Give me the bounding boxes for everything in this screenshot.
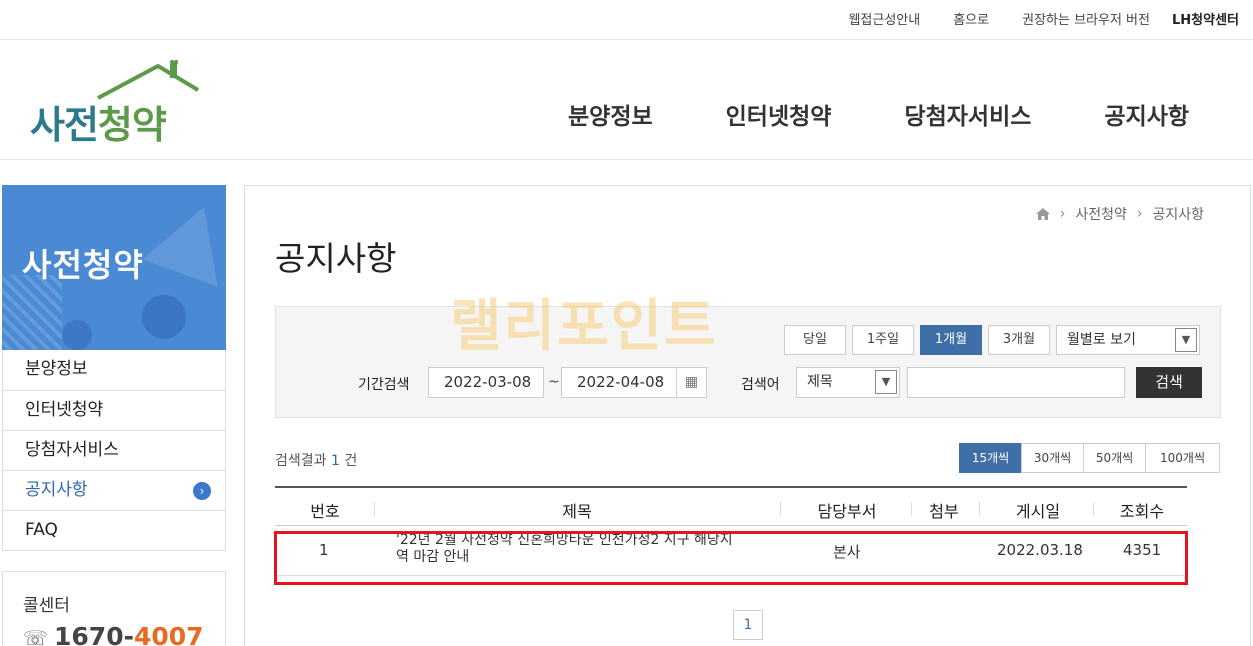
side-menu: 분양정보 인터넷청약 당첨자서비스 공지사항 › FAQ xyxy=(2,350,226,551)
callcenter-number-suffix: 4007 xyxy=(133,622,204,646)
gnb-item-internet-subscription[interactable]: 인터넷청약 xyxy=(726,97,832,131)
gnb-item-notices[interactable]: 공지사항 xyxy=(1104,97,1189,131)
decor-circle xyxy=(62,320,92,350)
date-range-tilde: ~ xyxy=(548,374,560,390)
column-divider xyxy=(374,502,375,516)
logo-text: 사전청약 xyxy=(30,94,167,149)
result-number: 1 xyxy=(330,453,340,469)
utility-bar: 웹접근성안내 홈으로 권장하는 브라우저 버전 LH청약센터 xyxy=(0,0,1253,40)
col-header-views: 조회수 xyxy=(1119,502,1165,521)
per-page-30-button[interactable]: 30개씩 xyxy=(1021,443,1084,473)
chevron-right-icon: › xyxy=(193,482,211,500)
table-header: 번호 제목 담당부서 첨부 게시일 조회수 xyxy=(275,486,1187,526)
date-to-value: 2022-04-08 xyxy=(577,373,665,391)
home-icon[interactable] xyxy=(1035,208,1050,220)
per-page-buttons: 15개씩 30개씩 50개씩 100개씩 xyxy=(959,443,1220,473)
pagination-page-1[interactable]: 1 xyxy=(733,610,763,640)
side-item-label: 공지사항 xyxy=(25,480,88,500)
side-item-faq[interactable]: FAQ xyxy=(3,510,225,550)
chevron-down-icon: ▼ xyxy=(875,370,897,394)
col-header-dept: 담당부서 xyxy=(817,502,877,521)
per-page-50-button[interactable]: 50개씩 xyxy=(1083,443,1146,473)
search-field-select[interactable]: 제목 ▼ xyxy=(796,367,900,398)
keyword-input[interactable] xyxy=(907,367,1125,398)
side-banner: 사전청약 xyxy=(2,185,226,350)
decor-stripes xyxy=(2,275,62,350)
result-suffix: 건 xyxy=(344,453,358,469)
column-divider xyxy=(780,502,781,516)
logo-text-part1: 사전 xyxy=(30,103,99,147)
per-page-15-button[interactable]: 15개씩 xyxy=(959,443,1022,473)
period-today-button[interactable]: 당일 xyxy=(784,325,846,355)
breadcrumb: › 사전청약 › 공지사항 xyxy=(1035,204,1204,224)
col-header-date: 게시일 xyxy=(1015,502,1061,521)
page-title: 공지사항 xyxy=(275,239,397,278)
side-item-internet-subscription[interactable]: 인터넷청약 xyxy=(3,390,225,430)
side-item-sale-info[interactable]: 분양정보 xyxy=(3,350,225,390)
callcenter-number: ☏ 1670-4007 xyxy=(23,622,204,646)
chevron-down-icon: ▼ xyxy=(1175,328,1197,352)
gnb-item-winner-service[interactable]: 당첨자서비스 xyxy=(904,97,1031,131)
utility-links: 웹접근성안내 홈으로 권장하는 브라우저 버전 LH청약센터 xyxy=(815,9,1239,28)
link-home[interactable]: 홈으로 xyxy=(953,9,989,28)
breadcrumb-item[interactable]: 사전청약 xyxy=(1075,204,1127,224)
link-accessibility[interactable]: 웹접근성안내 xyxy=(848,9,920,28)
side-item-notices[interactable]: 공지사항 › xyxy=(3,470,225,510)
monthly-view-value: 월별로 보기 xyxy=(1067,332,1136,348)
callcenter-box: 콜센터 ☏ 1670-4007 xyxy=(2,571,226,646)
callcenter-label: 콜센터 xyxy=(23,596,70,616)
per-page-100-button[interactable]: 100개씩 xyxy=(1145,443,1220,473)
main-content: › 사전청약 › 공지사항 공지사항 당일 1주일 1개월 3개월 월별로 보기… xyxy=(244,185,1251,646)
callcenter-number-prefix: 1670- xyxy=(54,622,134,646)
breadcrumb-separator-icon: › xyxy=(1136,206,1143,222)
result-count: 검색결과 1 건 xyxy=(275,450,357,470)
decor-circle xyxy=(142,295,186,339)
monthly-view-select[interactable]: 월별로 보기 ▼ xyxy=(1056,325,1200,355)
search-row: 기간검색 2022-03-08 ~ 2022-04-08 ▦ 검색어 제목 ▼ … xyxy=(276,367,1222,399)
col-header-no: 번호 xyxy=(310,502,340,521)
link-lh-center[interactable]: LH청약센터 xyxy=(1172,9,1239,28)
col-header-attach: 첨부 xyxy=(929,502,959,521)
column-divider xyxy=(979,502,980,516)
period-1week-button[interactable]: 1주일 xyxy=(852,325,914,355)
period-3month-button[interactable]: 3개월 xyxy=(988,325,1050,355)
decor-triangle xyxy=(142,193,226,287)
date-from-input[interactable]: 2022-03-08 xyxy=(428,367,544,398)
period-1month-button[interactable]: 1개월 xyxy=(920,325,982,355)
highlight-box xyxy=(274,531,1188,585)
date-to-input[interactable]: 2022-04-08 ▦ xyxy=(561,367,707,398)
link-browser-version[interactable]: 권장하는 브라우저 버전 xyxy=(1022,9,1150,28)
keyword-label: 검색어 xyxy=(741,377,780,393)
search-panel: 당일 1주일 1개월 3개월 월별로 보기 ▼ 기간검색 2022-03-08 … xyxy=(275,306,1221,418)
period-buttons: 당일 1주일 1개월 3개월 월별로 보기 ▼ xyxy=(778,325,1200,355)
column-divider xyxy=(911,502,912,516)
result-prefix: 검색결과 xyxy=(275,453,327,469)
breadcrumb-separator-icon: › xyxy=(1059,206,1066,222)
watermark-text: 랠리포인트 xyxy=(450,294,718,359)
phone-icon: ☏ xyxy=(23,626,49,646)
search-field-value: 제목 xyxy=(807,374,833,390)
column-divider xyxy=(1093,502,1094,516)
col-header-title: 제목 xyxy=(562,502,592,521)
site-header: 사전청약 분양정보 인터넷청약 당첨자서비스 공지사항 xyxy=(0,40,1253,160)
breadcrumb-item[interactable]: 공지사항 xyxy=(1152,204,1204,224)
site-logo[interactable]: 사전청약 xyxy=(30,60,210,149)
logo-text-part2: 청약 xyxy=(97,103,167,147)
search-button[interactable]: 검색 xyxy=(1136,367,1202,398)
gnb-item-sale-info[interactable]: 분양정보 xyxy=(568,97,653,131)
side-item-winner-service[interactable]: 당첨자서비스 xyxy=(3,430,225,470)
period-label: 기간검색 xyxy=(358,377,410,393)
side-title: 사전청약 xyxy=(22,246,144,284)
calendar-icon[interactable]: ▦ xyxy=(676,368,706,397)
global-nav: 분양정보 인터넷청약 당첨자서비스 공지사항 xyxy=(568,97,1189,131)
